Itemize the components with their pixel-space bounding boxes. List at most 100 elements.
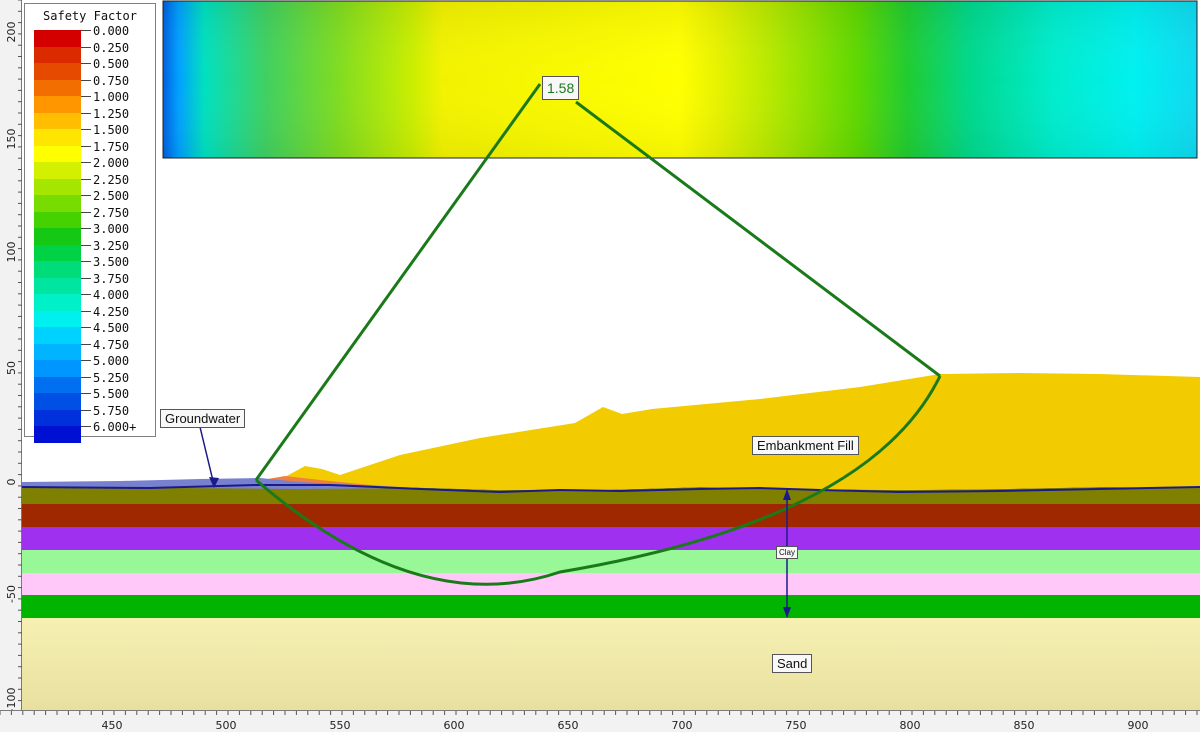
legend-label: 2.250 <box>93 172 130 187</box>
legend-label: 4.750 <box>93 337 130 352</box>
legend-label: 1.500 <box>93 123 130 137</box>
legend-swatch <box>34 426 81 443</box>
legend-tick <box>81 211 91 213</box>
x-tick-label: 700 <box>672 719 693 732</box>
legend-label: 5.250 <box>93 370 130 385</box>
legend-swatch <box>34 376 81 393</box>
legend-label: 1.250 <box>93 106 130 121</box>
legend-tick <box>81 393 91 394</box>
legend-tick <box>81 228 91 229</box>
legend-tick <box>81 30 91 31</box>
legend-label: 2.750 <box>93 205 130 220</box>
legend-label: 5.000 <box>93 354 130 368</box>
legend-label: 0.750 <box>93 73 130 88</box>
embankment-fill <box>272 373 1200 490</box>
legend-swatch <box>34 310 81 327</box>
legend-tick <box>81 195 91 196</box>
legend-label: 2.500 <box>93 189 130 203</box>
legend-tick <box>81 327 91 328</box>
y-tick-label: 200 <box>5 22 18 43</box>
y-tick-label: 100 <box>5 242 18 263</box>
x-tick-label: 450 <box>102 719 123 732</box>
legend-label: 1.000 <box>93 90 130 104</box>
legend-swatch <box>34 96 81 113</box>
legend-label: 3.250 <box>93 238 130 253</box>
sand-label: Sand <box>772 654 813 673</box>
legend-tick <box>81 129 91 130</box>
legend-label: 4.500 <box>93 321 130 335</box>
legend-label: 0.250 <box>93 40 130 55</box>
legend-swatch <box>34 30 81 47</box>
legend-label: 4.000 <box>93 288 130 302</box>
legend-swatch <box>34 112 81 129</box>
legend-tick <box>81 426 91 427</box>
legend-swatch <box>34 261 81 278</box>
legend-label: 2.000 <box>93 156 130 170</box>
x-tick-label: 750 <box>786 719 807 732</box>
factor-of-safety-label: 1.58 <box>542 76 580 100</box>
sand-layer <box>22 618 1200 710</box>
legend-label: 4.250 <box>93 304 130 319</box>
legend-tick <box>81 310 91 312</box>
green-layer <box>22 595 1200 618</box>
legend-tick <box>81 294 91 295</box>
legend-swatch <box>34 46 81 63</box>
legend-label: 3.500 <box>93 255 130 269</box>
brown-layer <box>22 504 1200 527</box>
legend-swatch <box>34 195 81 212</box>
legend-swatch <box>34 211 81 228</box>
legend-label: 0.500 <box>93 57 130 71</box>
x-tick-label: 800 <box>900 719 921 732</box>
y-tick-label: 150 <box>5 129 18 150</box>
legend-tick <box>81 244 91 246</box>
legend-swatch <box>34 63 81 80</box>
legend-swatch <box>34 244 81 261</box>
grid-shading <box>163 1 1197 158</box>
legend-swatch <box>34 409 81 426</box>
legend-entry: 6.000+ <box>34 420 154 443</box>
pink-layer <box>22 573 1200 595</box>
y-axis-ruler: 200 150 100 50 0 -50 -100 <box>0 0 22 712</box>
legend-label: 1.750 <box>93 139 130 154</box>
groundwater-pointer <box>199 426 215 486</box>
legend-label: 6.000+ <box>93 420 137 434</box>
legend-swatch <box>34 178 81 195</box>
legend-tick <box>81 162 91 163</box>
legend-tick <box>81 79 91 81</box>
embankment-fill-label: Embankment Fill <box>752 436 859 455</box>
legend-tick <box>81 63 91 64</box>
legend-tick <box>81 145 91 147</box>
legend-swatch <box>34 393 81 410</box>
y-tick-label: 50 <box>5 361 18 375</box>
purple-layer <box>22 527 1200 550</box>
legend-tick <box>81 96 91 97</box>
legend-title: Safety Factor <box>43 9 137 23</box>
x-tick-label: 650 <box>558 719 579 732</box>
legend-swatch <box>34 360 81 377</box>
clay-label: Clay <box>776 546 799 559</box>
groundwater-label: Groundwater <box>160 409 246 428</box>
y-tick-label: 0 <box>5 479 18 486</box>
legend-label: 3.000 <box>93 222 130 236</box>
safety-factor-legend: Safety Factor 0.000 0.250 0.500 0.750 1.000 1… <box>24 3 156 443</box>
legend-swatch <box>34 129 81 146</box>
legend-tick <box>81 178 91 180</box>
x-tick-label: 600 <box>444 719 465 732</box>
legend-tick <box>81 360 91 361</box>
legend-swatch <box>34 79 81 96</box>
legend-tick <box>81 376 91 378</box>
slope-stability-model: 200 150 100 50 0 -50 -100 450 500 550 60… <box>0 0 1200 732</box>
legend-swatch <box>34 277 81 294</box>
x-axis-ruler: 450 500 550 600 650 700 750 800 850 900 <box>0 710 1200 732</box>
y-tick-label: -100 <box>5 688 18 713</box>
legend-tick <box>81 277 91 279</box>
legend-label: 3.750 <box>93 271 130 286</box>
legend-swatch <box>34 228 81 245</box>
legend-swatch <box>34 327 81 344</box>
legend-swatch <box>34 294 81 311</box>
x-tick-label: 550 <box>330 719 351 732</box>
legend-tick <box>81 409 91 411</box>
legend-swatch <box>34 162 81 179</box>
legend-label: 5.500 <box>93 387 130 401</box>
y-tick-label: -50 <box>5 585 18 603</box>
